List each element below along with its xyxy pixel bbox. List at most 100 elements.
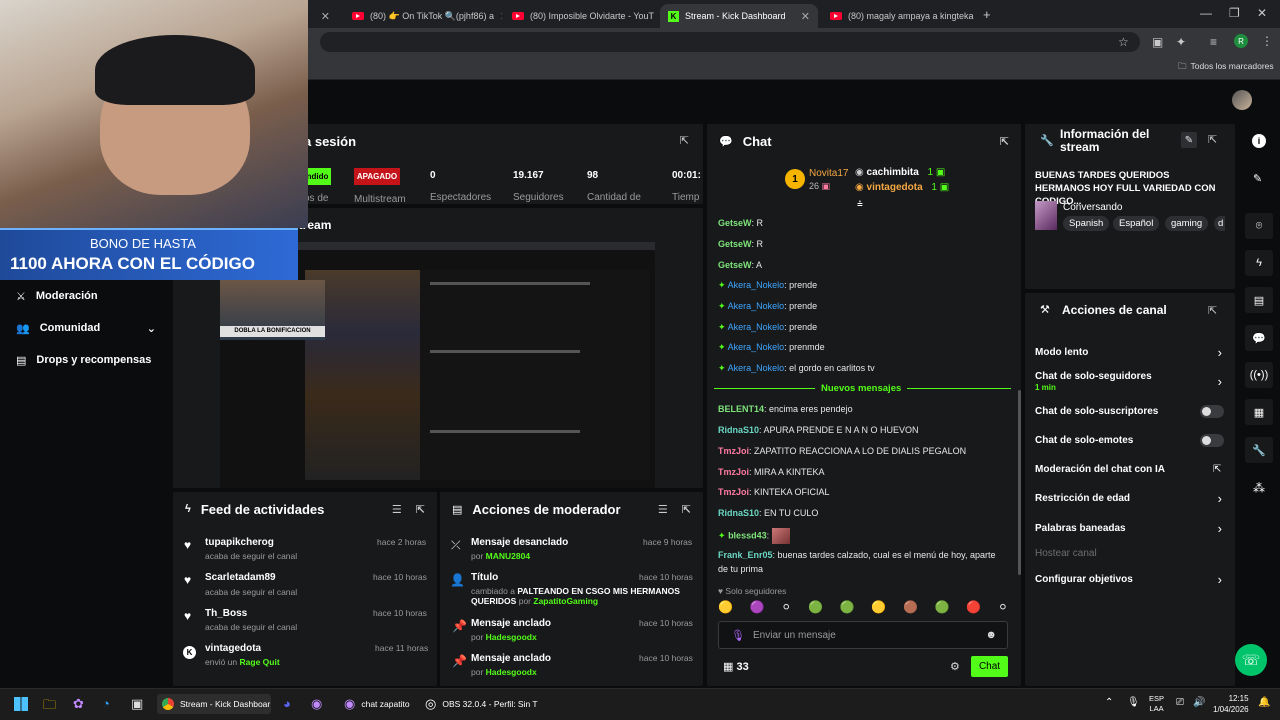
camera-tool-icon[interactable]: ⌾	[1245, 213, 1273, 239]
taskbar-chrome[interactable]: Stream - Kick Dashboar	[157, 694, 271, 714]
chevron-right-icon[interactable]: ›	[1218, 521, 1222, 536]
info-icon[interactable]: i	[1252, 134, 1266, 148]
star-icon[interactable]: ☆	[1118, 35, 1129, 49]
top-gifter-name[interactable]: Novita17	[809, 168, 848, 179]
browser-tab-magaly[interactable]: (80) magaly ampaya a kingteka ✕	[822, 4, 978, 28]
emote-icon[interactable]: ⚪	[781, 600, 791, 616]
network-icon[interactable]: ⎚	[1176, 697, 1184, 708]
emote-icon[interactable]: 🟡	[718, 600, 733, 616]
ai-moderation-option[interactable]: Moderación del chat con IA	[1035, 464, 1165, 475]
gear-icon[interactable]: ⚙	[950, 660, 960, 673]
feed-user[interactable]: Th_Boss	[205, 608, 247, 619]
tag-chip[interactable]: Spanish	[1063, 216, 1110, 231]
clipboard-tool-icon[interactable]: ▤	[1245, 287, 1273, 313]
url-input[interactable]	[320, 32, 1140, 52]
language-indicator[interactable]: ESP LAA	[1149, 694, 1164, 714]
profile-avatar[interactable]: R	[1234, 34, 1248, 48]
chevron-right-icon[interactable]: ›	[1218, 491, 1222, 506]
app-icon[interactable]: ◉	[311, 696, 322, 712]
windows-start-icon[interactable]	[14, 697, 28, 711]
filter-icon[interactable]: ☰	[392, 503, 402, 516]
gifter-2[interactable]: ◉ cachimbita 1 ▣	[855, 167, 945, 178]
goals-option[interactable]: Configurar objetivos	[1035, 574, 1133, 585]
collapse-icon[interactable]: ⩮	[857, 199, 863, 210]
pencil-icon[interactable]: ✎	[1253, 172, 1262, 185]
emote-icon[interactable]: 🟣	[750, 600, 765, 616]
subs-only-toggle[interactable]	[1200, 405, 1224, 418]
emote-icon[interactable]: 🟢	[935, 600, 950, 616]
category-name[interactable]: Conversando	[1063, 202, 1122, 213]
followers-only-option[interactable]: Chat de solo-seguidores	[1035, 371, 1152, 382]
bolt-tool-icon[interactable]: ϟ	[1245, 250, 1273, 276]
taskbar-chat[interactable]: ◉ chat zapatito	[344, 694, 410, 714]
filter-icon[interactable]: ☰	[658, 503, 668, 516]
age-restriction-option[interactable]: Restricción de edad	[1035, 493, 1130, 504]
slow-mode-option[interactable]: Modo lento	[1035, 347, 1088, 358]
notification-icon[interactable]: 🔔	[1258, 697, 1270, 708]
chevron-right-icon[interactable]: ›	[1218, 374, 1222, 389]
popout-icon[interactable]: ⇱	[1208, 304, 1217, 317]
tag-chip[interactable]: Español	[1113, 216, 1160, 231]
chat-input[interactable]: 🎙 Enviar un mensaje ☻	[718, 621, 1008, 649]
emote-icon[interactable]: 🟢	[840, 600, 855, 616]
emoji-icon[interactable]: ☻	[985, 629, 997, 641]
close-icon[interactable]: ✕	[801, 10, 810, 23]
feed-user[interactable]: Scarletadam89	[205, 572, 276, 583]
emote-icon[interactable]: 🟡	[871, 600, 886, 616]
sidebar-item-moderacion[interactable]: ⚔ Moderación	[16, 290, 98, 303]
extension-icon[interactable]: ▣	[1152, 35, 1163, 49]
edit-icon[interactable]: ✎	[1181, 132, 1197, 148]
menu-icon[interactable]: ⋮	[1261, 34, 1273, 48]
chevron-right-icon[interactable]: ›	[1218, 572, 1222, 587]
sidebar-item-drops[interactable]: ▤ Drops y recompensas	[16, 354, 151, 367]
copilot-icon[interactable]: ✿	[73, 696, 84, 712]
browser-tab-tiktok[interactable]: (80) 👉 On TikTok 🔍(pjhf86) a ✕	[344, 4, 502, 28]
emote-icon[interactable]: 🟢	[808, 600, 823, 616]
mic-icon[interactable]: 🎙	[1127, 697, 1140, 708]
send-chat-button[interactable]: Chat	[971, 656, 1008, 677]
new-tab-button[interactable]: +	[983, 7, 991, 22]
close-window-button[interactable]: ✕	[1257, 6, 1267, 20]
close-icon[interactable]: ✕	[500, 10, 502, 23]
edge-icon[interactable]: ◔	[102, 696, 110, 711]
close-icon[interactable]: ✕	[321, 10, 330, 23]
apps-icon[interactable]: ⁂	[1253, 481, 1265, 495]
mic-icon[interactable]: 🎙	[731, 629, 745, 642]
support-button[interactable]: ☏	[1235, 644, 1267, 676]
discord-icon[interactable]: ◕	[283, 696, 291, 711]
broadcast-tool-icon[interactable]: ((•))	[1245, 362, 1273, 388]
chat-tool-icon[interactable]: 💬	[1245, 325, 1273, 351]
popout-icon[interactable]: ⇱	[1000, 135, 1009, 148]
session-tool-icon[interactable]: ▦	[1245, 399, 1273, 425]
speaker-icon[interactable]: 🔊	[1193, 697, 1205, 708]
banned-words-option[interactable]: Palabras baneadas	[1035, 523, 1126, 534]
media-icon[interactable]: ≡	[1210, 35, 1217, 49]
store-icon[interactable]: ▣	[131, 696, 143, 712]
emote-icon[interactable]: ⚪	[998, 600, 1008, 616]
wrench-tool-icon[interactable]: 🔧	[1245, 437, 1273, 463]
minimize-button[interactable]: —	[1200, 6, 1212, 20]
emote-icon[interactable]: 🟤	[903, 600, 918, 616]
popout-icon[interactable]: ⇱	[682, 503, 691, 516]
user-avatar[interactable]	[1232, 90, 1252, 110]
browser-tab-youtube[interactable]: (80) Imposible Olvidarte - YouT ✕	[504, 4, 660, 28]
chevron-up-icon[interactable]: ⌃	[1105, 697, 1113, 708]
browser-tab-partial[interactable]: ✕	[308, 4, 338, 28]
emotes-only-toggle[interactable]	[1200, 434, 1224, 447]
tag-chip[interactable]: gaming	[1165, 216, 1209, 231]
file-explorer-icon[interactable]: 🗀	[43, 696, 56, 718]
emote-icon[interactable]: 🔴	[966, 600, 981, 616]
tag-chip[interactable]: d	[1214, 216, 1225, 231]
feed-user[interactable]: tupapikcherog	[205, 537, 274, 548]
chevron-right-icon[interactable]: ›	[1218, 345, 1222, 360]
external-link-icon[interactable]: ⇱	[1213, 464, 1221, 475]
taskbar-obs[interactable]: ◎ OBS 32.0.4 - Perfil: Sin T	[425, 694, 538, 714]
sidebar-item-comunidad[interactable]: 👥 Comunidad ⌄	[16, 322, 156, 335]
chat-scrollbar[interactable]	[1018, 390, 1021, 575]
all-bookmarks[interactable]: 🗀 Todos los marcadores	[1178, 61, 1274, 75]
popout-icon[interactable]: ⇱	[1208, 133, 1217, 146]
popout-icon[interactable]: ⇱	[680, 134, 689, 147]
feed-user[interactable]: vintagedota	[205, 643, 261, 654]
clock[interactable]: 12:15 1/04/2026	[1213, 693, 1249, 715]
popout-icon[interactable]: ⇱	[416, 503, 425, 516]
